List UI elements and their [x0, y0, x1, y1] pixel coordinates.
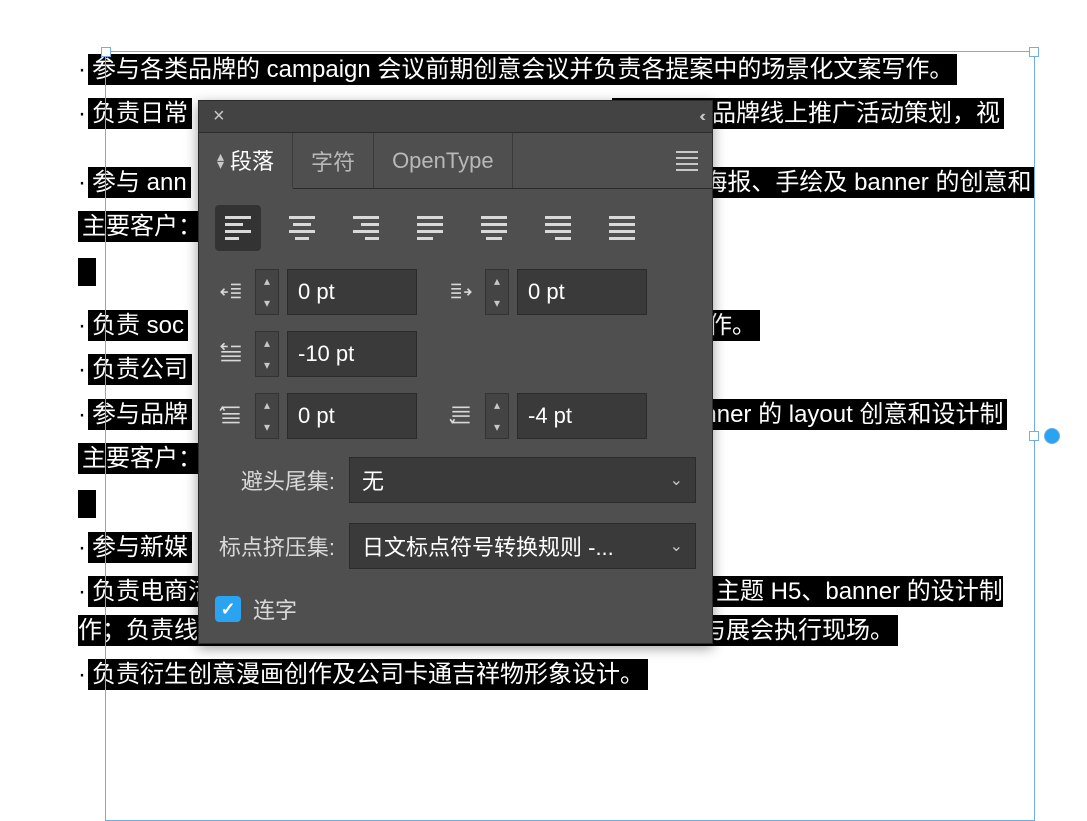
- first-line-indent-field: ▴▾ -10 pt: [215, 331, 417, 377]
- align-center-button[interactable]: [279, 205, 325, 251]
- space-after-field: ▴▾ -4 pt: [445, 393, 647, 439]
- chevron-down-icon: ⌄: [670, 536, 683, 556]
- left-indent-input[interactable]: 0 pt: [287, 269, 417, 315]
- alignment-row: [199, 189, 712, 261]
- tab-character[interactable]: 字符: [293, 133, 374, 188]
- resize-handle-tl[interactable]: [101, 47, 111, 57]
- space-before-field: ▴▾ 0 pt: [215, 393, 417, 439]
- ligature-label: 连字: [253, 593, 297, 625]
- justify-all-button[interactable]: [599, 205, 645, 251]
- chevron-down-icon: ⌄: [670, 470, 683, 490]
- first-line-indent-icon: [215, 341, 247, 367]
- panel-menu-icon[interactable]: [662, 133, 712, 188]
- right-indent-icon: [445, 279, 477, 305]
- right-indent-input[interactable]: 0 pt: [517, 269, 647, 315]
- paragraph-panel: × ‹‹ ▴▾ 段落 字符 OpenType: [198, 100, 713, 644]
- justify-left-button[interactable]: [407, 205, 453, 251]
- kinsoku-label: 避头尾集:: [215, 464, 335, 496]
- space-after-input[interactable]: -4 pt: [517, 393, 647, 439]
- align-right-button[interactable]: [343, 205, 389, 251]
- collapse-icon[interactable]: ‹‹: [699, 108, 702, 126]
- tab-paragraph[interactable]: ▴▾ 段落: [199, 133, 293, 189]
- ligature-checkbox[interactable]: ✓: [215, 596, 241, 622]
- kinsoku-dropdown[interactable]: 无 ⌄: [349, 457, 696, 503]
- stepper[interactable]: ▴▾: [485, 393, 509, 439]
- resize-handle-tr[interactable]: [1029, 47, 1039, 57]
- justify-center-button[interactable]: [471, 205, 517, 251]
- mojikumi-label: 标点挤压集:: [215, 530, 335, 562]
- frame-extend-handle[interactable]: [1044, 428, 1060, 444]
- right-indent-field: ▴▾ 0 pt: [445, 269, 647, 315]
- tab-label: 段落: [230, 144, 274, 176]
- close-icon[interactable]: ×: [209, 105, 229, 128]
- space-before-input[interactable]: 0 pt: [287, 393, 417, 439]
- first-line-indent-input[interactable]: -10 pt: [287, 331, 417, 377]
- space-after-icon: [445, 403, 477, 429]
- left-indent-field: ▴▾ 0 pt: [215, 269, 417, 315]
- stepper[interactable]: ▴▾: [255, 393, 279, 439]
- stepper[interactable]: ▴▾: [255, 269, 279, 315]
- mojikumi-dropdown[interactable]: 日文标点符号转换规则 -... ⌄: [349, 523, 696, 569]
- panel-tabs: ▴▾ 段落 字符 OpenType: [199, 133, 712, 189]
- panel-titlebar[interactable]: × ‹‹: [199, 101, 712, 133]
- space-before-icon: [215, 403, 247, 429]
- stepper[interactable]: ▴▾: [255, 331, 279, 377]
- tab-opentype[interactable]: OpenType: [374, 133, 513, 188]
- updown-icon: ▴▾: [217, 152, 224, 168]
- left-indent-icon: [215, 279, 247, 305]
- justify-right-button[interactable]: [535, 205, 581, 251]
- align-left-button[interactable]: [215, 205, 261, 251]
- resize-handle-mr[interactable]: [1029, 431, 1039, 441]
- stepper[interactable]: ▴▾: [485, 269, 509, 315]
